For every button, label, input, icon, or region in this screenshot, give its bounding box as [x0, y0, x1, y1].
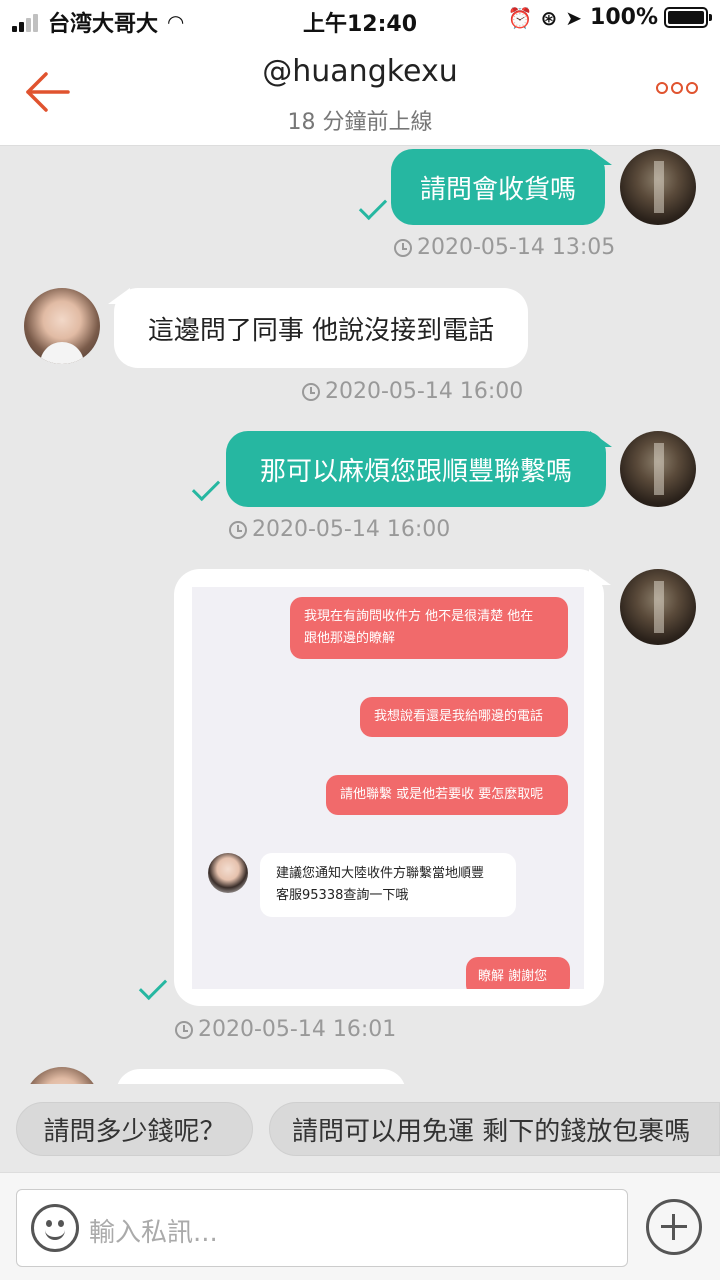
quick-reply-chip[interactable]: 請問多少錢呢？ — [16, 1102, 253, 1156]
message-time: 2020-05-14 16:00 — [229, 517, 450, 542]
read-check-icon — [191, 472, 221, 502]
message-bubble-incoming[interactable]: 這邊問了同事 他說沒接到電話 — [114, 288, 528, 368]
screenshot-agent-avatar — [208, 853, 248, 893]
screenshot-text: 我現在有詢問收件方 他不是很清楚 他在 — [304, 609, 534, 624]
quick-reply-label: 請問可以用免運 剩下的錢放包裹嗎 — [292, 1116, 691, 1147]
message-bubble-incoming[interactable] — [116, 1069, 406, 1084]
rotation-lock-icon: ⊛ — [540, 5, 558, 30]
screenshot-text: 客服95338查詢一下哦 — [276, 888, 409, 903]
read-check-icon — [138, 971, 168, 1001]
online-status: 18 分鐘前上線 — [287, 110, 433, 135]
status-right: ⏰ ⊛ ➤ 100% — [507, 5, 712, 30]
battery-icon — [664, 7, 712, 28]
status-bar: 台湾大哥大 ◠ 上午12:40 ⏰ ⊛ ➤ 100% — [0, 0, 720, 38]
screenshot-message: 瞭解 謝謝您 — [466, 957, 570, 989]
quick-replies-bar: 請問多少錢呢？ 請問可以用免運 剩下的錢放包裹嗎 — [0, 1084, 720, 1172]
clock-icon — [229, 520, 247, 539]
message-time-text: 2020-05-14 16:00 — [252, 517, 451, 542]
message-text: 那可以麻煩您跟順豐聯繫嗎 — [259, 456, 572, 487]
screenshot-text: 瞭解 謝謝您 — [478, 969, 548, 984]
self-avatar[interactable] — [620, 431, 696, 507]
message-text: 這邊問了同事 他說沒接到電話 — [147, 315, 495, 346]
message-bubble-outgoing[interactable]: 請問會收貨嗎 — [391, 149, 605, 225]
more-dot-icon — [686, 82, 698, 94]
screenshot-message: 請他聯繫 或是他若要收 要怎麼取呢 — [326, 775, 568, 815]
location-icon: ➤ — [565, 5, 583, 30]
message-time-text: 2020-05-14 13:05 — [417, 235, 616, 260]
emoji-icon[interactable] — [31, 1204, 79, 1252]
chat-header: @huangkexu 18 分鐘前上線 — [0, 38, 720, 146]
message-list[interactable]: 請問會收貨嗎 2020-05-14 13:05 這邊問了同事 他說沒接到電話 2… — [0, 147, 720, 1084]
peer-avatar[interactable] — [24, 288, 100, 364]
screenshot-text: 請他聯繫 或是他若要收 要怎麼取呢 — [340, 787, 544, 802]
message-input[interactable]: 輸入私訊... — [16, 1189, 628, 1267]
battery-percent: 100% — [590, 5, 658, 30]
self-avatar[interactable] — [620, 149, 696, 225]
quick-reply-label: 請問多少錢呢？ — [43, 1116, 226, 1147]
message-time-text: 2020-05-14 16:00 — [325, 379, 524, 404]
read-check-icon — [358, 191, 388, 221]
screenshot-text: 跟他那邊的瞭解 — [304, 631, 396, 646]
quick-reply-chip[interactable]: 請問可以用免運 剩下的錢放包裹嗎 — [269, 1102, 720, 1156]
composer-bar: 輸入私訊... — [0, 1172, 720, 1280]
screenshot-text: 我想說看還是我給哪邊的電話 — [374, 709, 544, 724]
clock-icon — [302, 382, 320, 401]
message-time: 2020-05-14 16:00 — [302, 379, 523, 404]
more-dot-icon — [656, 82, 668, 94]
attached-screenshot-image[interactable]: 我現在有詢問收件方 他不是很清楚 他在 跟他那邊的瞭解 我想說看還是我給哪邊的電… — [192, 587, 584, 989]
image-message-bubble[interactable]: 我現在有詢問收件方 他不是很清楚 他在 跟他那邊的瞭解 我想說看還是我給哪邊的電… — [174, 569, 604, 1006]
clock-icon — [394, 238, 412, 257]
alarm-icon: ⏰ — [507, 5, 533, 30]
message-text: 請問會收貨嗎 — [419, 174, 576, 205]
screenshot-message: 建議您通知大陸收件方聯繫當地順豐 客服95338查詢一下哦 — [260, 853, 516, 917]
message-time: 2020-05-14 16:01 — [175, 1017, 396, 1042]
clock-icon — [175, 1020, 193, 1039]
screenshot-message: 我想說看還是我給哪邊的電話 — [360, 697, 568, 737]
chat-title[interactable]: @huangkexu — [0, 54, 720, 89]
self-avatar[interactable] — [620, 569, 696, 645]
message-time: 2020-05-14 13:05 — [394, 235, 615, 260]
screenshot-message: 我現在有詢問收件方 他不是很清楚 他在 跟他那邊的瞭解 — [290, 597, 568, 659]
message-time-text: 2020-05-14 16:01 — [198, 1017, 397, 1042]
add-attachment-button[interactable] — [646, 1199, 702, 1255]
more-dot-icon — [671, 82, 683, 94]
screenshot-text: 建議您通知大陸收件方聯繫當地順豐 — [276, 866, 485, 881]
more-options-button[interactable] — [653, 82, 698, 94]
message-bubble-outgoing[interactable]: 那可以麻煩您跟順豐聯繫嗎 — [226, 431, 606, 507]
input-placeholder: 輸入私訊... — [89, 1218, 218, 1248]
peer-avatar[interactable] — [24, 1067, 100, 1084]
